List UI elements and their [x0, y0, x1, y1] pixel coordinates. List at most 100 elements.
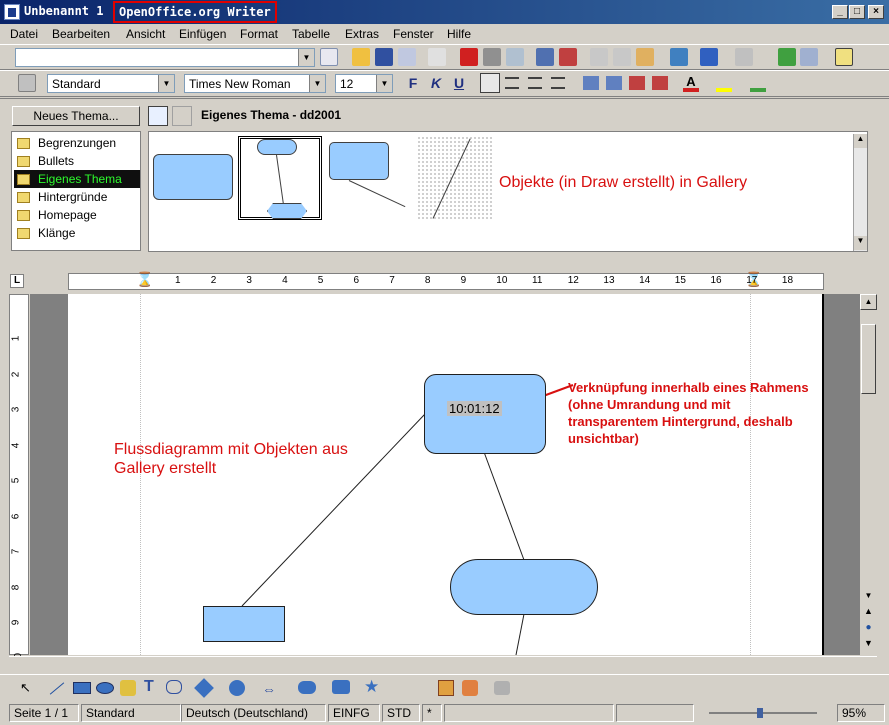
gallery-preview-area[interactable]: Objekte (in Draw erstellt) in Gallery ▲ …	[148, 131, 868, 252]
next-page-icon[interactable]: ▼	[860, 638, 877, 652]
align-center-icon[interactable]	[505, 77, 519, 89]
flowchart-rounded-rect[interactable]: 10:01:12	[424, 374, 546, 454]
paragraph-style-combobox[interactable]: Standard ▼	[47, 74, 175, 93]
theme-item-bullets[interactable]: Bullets	[14, 152, 140, 170]
zoom-thumb[interactable]	[757, 708, 763, 718]
ellipse-tool-icon[interactable]	[96, 682, 114, 694]
paste-icon[interactable]	[636, 48, 654, 66]
navigation-icon[interactable]: ●	[860, 622, 877, 636]
menu-hilfe[interactable]: Hilfe	[447, 27, 471, 41]
gallery-item-connector-selected[interactable]	[238, 136, 322, 220]
status-insert-mode[interactable]: EINFG	[328, 704, 380, 722]
zoom-slider[interactable]	[697, 706, 829, 720]
stylist-icon[interactable]	[18, 74, 36, 92]
highlighting-icon[interactable]	[716, 74, 732, 92]
status-view-layout[interactable]	[616, 704, 694, 722]
new-document-icon[interactable]	[320, 48, 338, 66]
background-color-icon[interactable]	[750, 74, 766, 92]
icon-view-icon[interactable]	[148, 106, 168, 126]
select-arrow-icon[interactable]: ↖	[20, 680, 31, 696]
scroll-up-icon[interactable]: ▲	[854, 134, 867, 148]
gallery-item-rectangle[interactable]	[153, 154, 233, 200]
rectangle-tool-icon[interactable]	[73, 682, 91, 694]
open-folder-icon[interactable]	[352, 48, 370, 66]
text-frame-icon[interactable]	[438, 680, 454, 696]
gallery-scrollbar[interactable]: ▲ ▼	[853, 134, 867, 251]
draw-functions-icon[interactable]	[835, 48, 853, 66]
text-tool-icon[interactable]: T	[144, 678, 154, 696]
time-field[interactable]: 10:01:12	[447, 401, 502, 416]
dropdown-arrow-icon[interactable]: ▼	[158, 75, 174, 92]
vertical-ruler[interactable]: 12345678910	[9, 294, 29, 664]
copy-icon[interactable]	[613, 48, 631, 66]
menu-ansicht[interactable]: Ansicht	[126, 27, 165, 41]
theme-item-eigenes-thema[interactable]: Eigenes Thema	[14, 170, 140, 188]
font-name-combobox[interactable]: Times New Roman ▼	[184, 74, 326, 93]
url-combobox[interactable]: ▼	[15, 48, 315, 67]
symbol-shapes-icon[interactable]	[229, 680, 245, 696]
vertical-scrollbar[interactable]: ▲ ▼ ▲ ● ▼	[860, 294, 877, 655]
callouts-icon[interactable]	[332, 680, 350, 694]
underline-button[interactable]: U	[449, 73, 469, 93]
flowchart-shapes-icon[interactable]	[298, 681, 316, 694]
scroll-down-icon[interactable]: ▼	[854, 236, 867, 250]
email-icon[interactable]	[398, 48, 416, 66]
previous-page-icon[interactable]: ▲	[860, 606, 877, 620]
dropdown-arrow-icon[interactable]: ▼	[309, 75, 325, 92]
gallery-item-diagonal-line[interactable]	[417, 136, 493, 220]
stars-icon[interactable]: ★	[364, 677, 379, 697]
page-preview-icon[interactable]	[506, 48, 524, 66]
dropdown-arrow-icon[interactable]: ▼	[376, 75, 392, 92]
callout-tool-icon[interactable]	[166, 680, 182, 694]
font-size-combobox[interactable]: 12 ▼	[335, 74, 393, 93]
align-justify-icon[interactable]	[551, 77, 565, 89]
theme-item-hintergruende[interactable]: Hintergründe	[14, 188, 140, 206]
theme-item-begrenzungen[interactable]: Begrenzungen	[14, 134, 140, 152]
line-tool-icon[interactable]	[49, 682, 65, 695]
cut-icon[interactable]	[590, 48, 608, 66]
detailed-view-icon[interactable]	[172, 106, 192, 126]
menu-tabelle[interactable]: Tabelle	[292, 27, 330, 41]
horizontal-scroll-area[interactable]	[9, 656, 877, 673]
status-language[interactable]: Deutsch (Deutschland)	[181, 704, 326, 722]
close-button[interactable]: ×	[868, 5, 884, 19]
scroll-down-icon[interactable]: ▼	[860, 591, 877, 605]
font-color-icon[interactable]: A	[683, 74, 699, 92]
redo-icon[interactable]	[735, 48, 753, 66]
auto-spellcheck-icon[interactable]	[559, 48, 577, 66]
increase-indent-icon[interactable]	[652, 76, 668, 90]
fontwork-icon[interactable]	[462, 680, 478, 696]
title-bar[interactable]: Unbenannt 1 OpenOffice.org Writer _ □ ×	[0, 0, 889, 24]
flowchart-terminator[interactable]	[450, 559, 598, 615]
flowchart-rectangle[interactable]	[203, 606, 285, 642]
status-selection-mode[interactable]: STD	[382, 704, 420, 722]
align-right-icon[interactable]	[528, 77, 542, 89]
numbering-icon[interactable]	[583, 76, 599, 90]
menu-fenster[interactable]: Fenster	[393, 27, 434, 41]
edit-file-icon[interactable]	[428, 48, 446, 66]
spellcheck-icon[interactable]	[536, 48, 554, 66]
bullets-icon[interactable]	[606, 76, 622, 90]
export-pdf-icon[interactable]	[460, 48, 478, 66]
menu-datei[interactable]: Datei	[10, 27, 38, 41]
navigator-icon[interactable]	[778, 48, 796, 66]
extrusion-icon[interactable]	[494, 681, 510, 695]
bold-button[interactable]: F	[403, 73, 423, 93]
status-page-style[interactable]: Standard	[81, 704, 181, 722]
format-paintbrush-icon[interactable]	[670, 48, 688, 66]
align-left-icon[interactable]	[480, 73, 500, 93]
scroll-thumb[interactable]	[861, 324, 876, 394]
minimize-button[interactable]: _	[832, 5, 848, 19]
menu-format[interactable]: Format	[240, 27, 278, 41]
menu-bearbeiten[interactable]: Bearbeiten	[52, 27, 110, 41]
left-indent-marker[interactable]: ⌛	[136, 271, 153, 288]
block-arrows-icon[interactable]: ⇔	[262, 681, 276, 697]
theme-item-homepage[interactable]: Homepage	[14, 206, 140, 224]
gallery-item-rounded-rect[interactable]	[329, 142, 389, 180]
tab-stop-selector-icon[interactable]: L	[10, 274, 24, 288]
app-icon[interactable]	[4, 4, 20, 20]
print-icon[interactable]	[483, 48, 501, 66]
new-theme-button[interactable]: Neues Thema...	[12, 106, 140, 126]
italic-button[interactable]: K	[426, 73, 446, 93]
dropdown-arrow-icon[interactable]: ▼	[298, 49, 314, 66]
